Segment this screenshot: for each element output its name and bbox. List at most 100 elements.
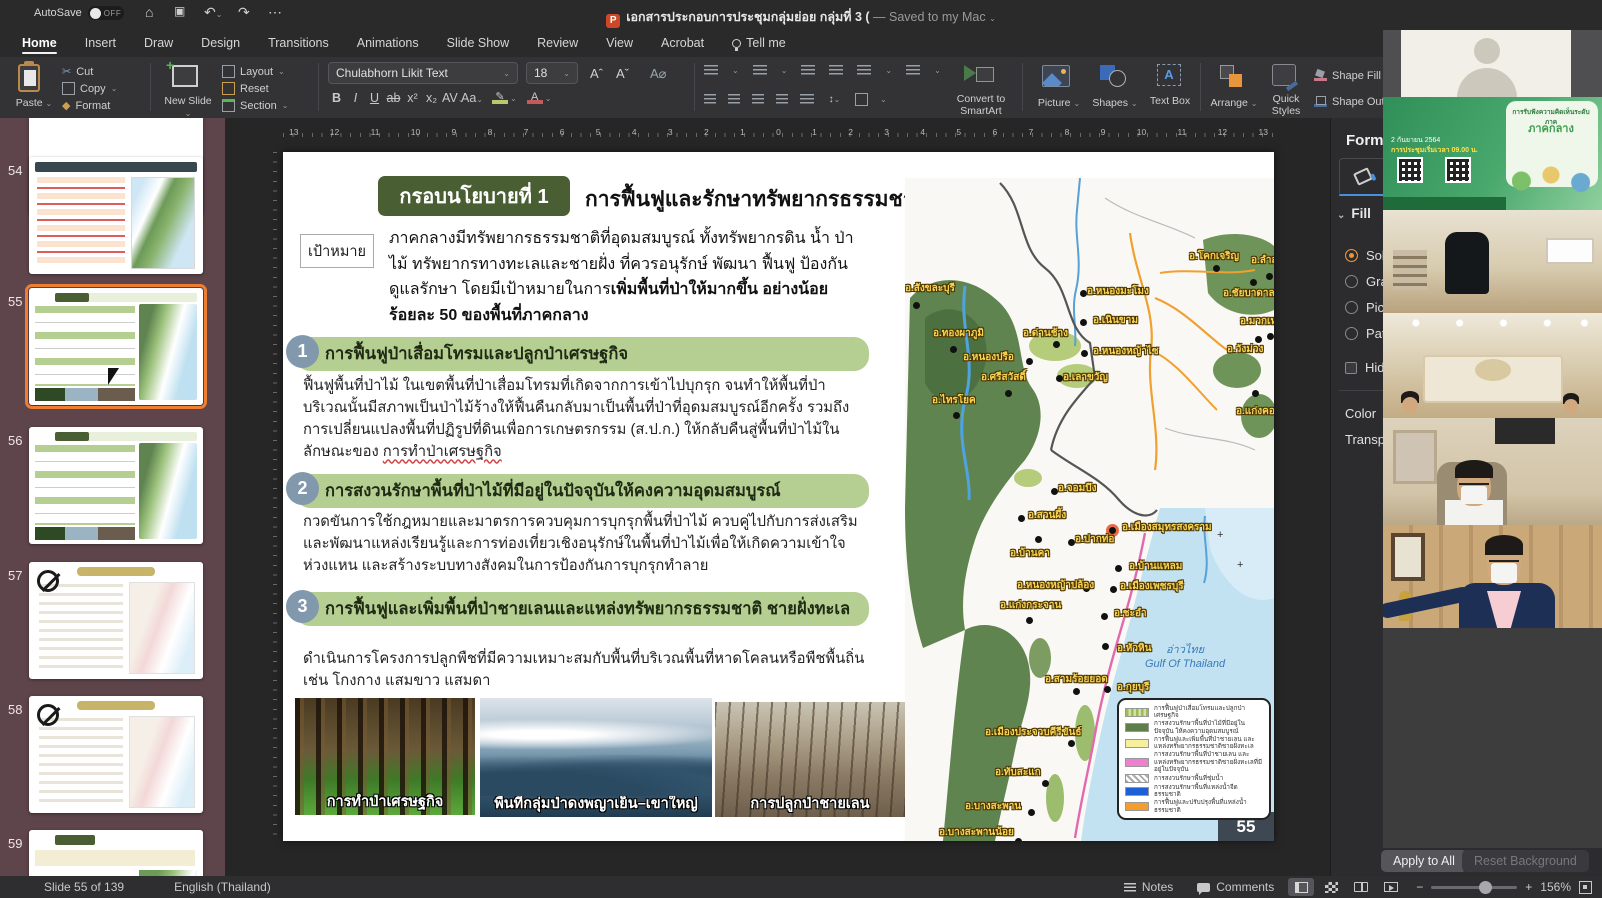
zoom-slider-knob[interactable] [1479, 881, 1492, 894]
district-dot [1005, 390, 1012, 397]
grow-font-button[interactable]: Aˆ [590, 65, 603, 82]
tell-me-button[interactable]: Tell me [732, 36, 786, 57]
color-label[interactable]: Color [1345, 406, 1376, 421]
character-spacing-button[interactable]: AV⌄ [442, 91, 459, 105]
layout-button[interactable]: Layout ⌄ [222, 63, 285, 80]
font-size-select[interactable]: 18⌄ [526, 62, 578, 84]
tab-animations[interactable]: Animations [357, 36, 419, 57]
align-center-button[interactable] [728, 94, 740, 105]
section-button[interactable]: Section ⌄ [222, 97, 288, 114]
reading-view-button[interactable] [1348, 878, 1374, 896]
picture-button[interactable]: Picture ⌄ [1032, 57, 1086, 118]
comments-icon [1197, 883, 1210, 892]
increase-indent-button[interactable] [829, 65, 843, 76]
line-spacing-button[interactable] [857, 65, 871, 76]
slide-thumbnail-59[interactable] [29, 830, 203, 876]
slide-55[interactable]: กรอบนโยบายที่ 1 การฟื้นฟูและรักษาทรัพยาก… [283, 152, 1274, 841]
text-box-button[interactable]: A Text Box [1146, 57, 1194, 118]
new-slide-button[interactable]: New Slide ⌄ [160, 57, 216, 118]
superscript-button[interactable]: x² [404, 91, 421, 105]
slide-thumbnail-56[interactable] [29, 427, 203, 544]
fill-section-header[interactable]: ⌄Fill [1337, 206, 1371, 221]
italic-button[interactable]: I [347, 91, 364, 105]
tab-review[interactable]: Review [537, 36, 578, 57]
underline-button[interactable]: U [366, 91, 383, 105]
participant-avatar-tile[interactable] [1383, 30, 1602, 97]
text-direction-button[interactable] [800, 94, 814, 105]
zoom-out-button[interactable]: − [1416, 880, 1423, 894]
tab-home[interactable]: Home [22, 36, 57, 57]
meeting-poster-tile[interactable]: การรับฟังความคิดเห็นระดับภาค ภาคกลาง 2 ก… [1383, 97, 1602, 210]
participant-video-office[interactable] [1383, 210, 1602, 313]
quick-styles-button[interactable]: Quick Styles [1262, 57, 1310, 118]
subscript-button[interactable]: x₂ [423, 91, 440, 105]
tab-insert[interactable]: Insert [85, 36, 116, 57]
district-label: อ.ไทรโยค [932, 393, 976, 408]
bold-button[interactable]: B [328, 91, 345, 105]
zoom-slider[interactable] [1431, 886, 1517, 889]
change-case-button[interactable]: Aa⌄ [461, 91, 478, 105]
paste-button[interactable]: Paste ⌄ [10, 57, 58, 118]
district-dot [1110, 586, 1117, 593]
notes-button[interactable]: Notes [1112, 880, 1185, 894]
cut-button[interactable]: ✂Cut [62, 63, 93, 80]
fit-to-window-button[interactable] [1579, 881, 1592, 894]
reset-button[interactable]: Reset [222, 80, 269, 97]
section-number: 1 [286, 335, 319, 368]
district-dot [1115, 565, 1122, 572]
align-text-button[interactable] [855, 93, 868, 106]
tab-draw[interactable]: Draw [144, 36, 173, 57]
font-name-select[interactable]: Chulabhorn Likit Text⌄ [328, 62, 518, 84]
convert-smartart-button[interactable]: Convert to SmartArt [946, 57, 1016, 118]
tab-design[interactable]: Design [201, 36, 240, 57]
tab-transitions[interactable]: Transitions [268, 36, 329, 57]
strikethrough-button[interactable]: ab [385, 91, 402, 105]
participant-video-man-pink-shirt[interactable] [1383, 525, 1602, 628]
section-number: 3 [286, 590, 319, 623]
shapes-button[interactable]: Shapes ⌄ [1088, 57, 1142, 118]
apply-to-all-button[interactable]: Apply to All [1381, 850, 1467, 872]
district-label: อ.ด่านช้าง [1023, 326, 1068, 341]
normal-view-button[interactable] [1288, 878, 1314, 896]
slide-sorter-view-button[interactable] [1318, 878, 1344, 896]
participant-video-man-glasses[interactable] [1383, 418, 1602, 525]
justify-button[interactable] [776, 94, 788, 105]
tab-slide-show[interactable]: Slide Show [447, 36, 510, 57]
district-label: อ.ชะอำ [1114, 606, 1147, 621]
highlight-color-button[interactable]: ✎ [492, 92, 508, 104]
participant-video-meeting-room[interactable] [1383, 313, 1602, 418]
slide-counter[interactable]: Slide 55 of 139 [44, 880, 124, 894]
comments-button[interactable]: Comments [1185, 880, 1286, 894]
arrange-button[interactable]: Arrange ⌄ [1208, 57, 1260, 118]
slide-thumbnail-57[interactable] [29, 562, 203, 679]
zoom-level[interactable]: 156% [1540, 880, 1571, 894]
powerpoint-icon: P [606, 14, 620, 28]
bullets-button[interactable] [704, 65, 718, 76]
shrink-font-button[interactable]: Aˇ [616, 65, 629, 82]
slide-thumbnail-54[interactable] [29, 157, 203, 274]
fill-tab[interactable] [1339, 158, 1387, 196]
reset-background-button[interactable]: Reset Background [1462, 850, 1589, 872]
slide-thumbnail-58[interactable] [29, 696, 203, 813]
tab-view[interactable]: View [606, 36, 633, 57]
align-right-button[interactable] [752, 94, 764, 105]
columns-button[interactable] [906, 65, 920, 76]
zoom-control[interactable]: − + 156% [1406, 880, 1602, 894]
zoom-in-button[interactable]: + [1525, 880, 1532, 894]
numbering-button[interactable] [753, 65, 767, 76]
font-color-button[interactable]: A [527, 92, 543, 104]
copy-button[interactable]: Copy ⌄ [62, 80, 117, 97]
slideshow-button[interactable] [1378, 878, 1404, 896]
horizontal-ruler[interactable]: 13121110987654321012345678910111213 [283, 121, 1274, 137]
format-painter-button[interactable]: ◆Format [62, 97, 110, 114]
district-label: อ.ลำสนธิ [1251, 253, 1274, 268]
shape-fill-button[interactable]: Shape Fill ⌄ [1314, 67, 1393, 84]
language-indicator[interactable]: English (Thailand) [174, 880, 271, 894]
clear-formatting-button[interactable]: A⌀ [650, 65, 667, 82]
decrease-indent-button[interactable] [801, 65, 815, 76]
slide-thumbnail-55[interactable] [29, 288, 203, 405]
tab-acrobat[interactable]: Acrobat [661, 36, 704, 57]
align-left-button[interactable] [704, 94, 716, 105]
vertical-ruler[interactable] [269, 152, 277, 841]
sort-button[interactable]: ↕⌄ [826, 94, 843, 105]
